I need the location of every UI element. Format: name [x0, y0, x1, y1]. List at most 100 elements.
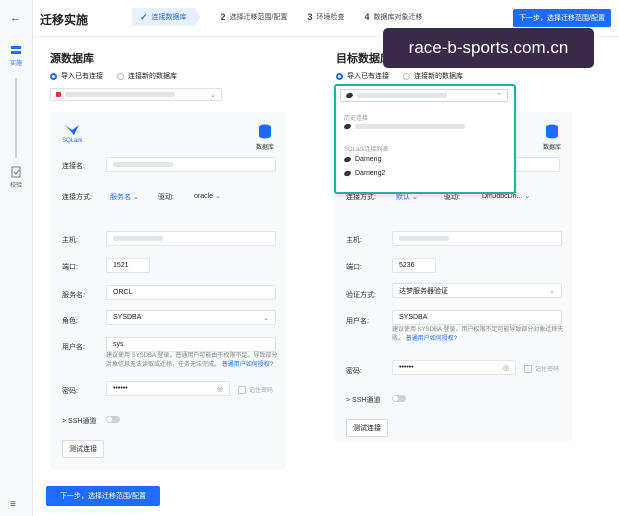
source-radio-existing[interactable] [50, 72, 57, 80]
source-user-hint: 建议使用 SYSDBA 登录，普通用户可能由于权限不足，导致部分对象信息无法读取… [106, 352, 282, 370]
database-label: 数据库 [256, 145, 275, 151]
source-radio-existing-label: 导入已有连接 [61, 73, 103, 80]
source-port-value: 1521 [113, 262, 129, 269]
target-conn-method-value: 默认 [396, 194, 410, 201]
target-remember-label: 记住密码 [535, 367, 560, 373]
target-host-value [399, 236, 449, 241]
migrate-icon [11, 46, 21, 54]
rail-item-verify[interactable]: 校验 [4, 166, 28, 189]
source-role-select[interactable]: SYSDBA ⌄ [106, 310, 276, 325]
target-auth-label: 验证方式: [346, 292, 376, 299]
next-step-button-bottom[interactable]: 下一步，选择迁移范围/配置 [46, 486, 160, 506]
source-connection-select[interactable]: ⌄ [50, 88, 222, 101]
dropdown-recent-item-value [355, 124, 465, 129]
step-2-number: 2 [220, 12, 226, 22]
source-conn-name-value [113, 162, 173, 167]
source-user-input[interactable]: sys [106, 337, 276, 352]
target-port-value: 5236 [399, 262, 415, 269]
rail-item-migrate[interactable]: 实施 [4, 44, 28, 67]
source-conn-name-input[interactable] [106, 157, 276, 172]
source-conn-method-select[interactable]: 服务名 ⌄ [110, 192, 139, 202]
source-conn-name-label: 连接名: [62, 163, 85, 170]
chevron-down-icon: ⌄ [210, 91, 216, 99]
source-host-input[interactable] [106, 231, 276, 246]
dameng-icon [345, 91, 354, 100]
source-conn-method-label: 连接方式: [62, 194, 92, 201]
source-remember-label: 记住密码 [249, 388, 274, 394]
target-ssh-toggle[interactable] [392, 395, 406, 402]
step-3[interactable]: 3 环境检查 [308, 8, 345, 26]
target-connection-select[interactable]: ⌃ [340, 89, 508, 102]
eye-icon[interactable]: ◎ [503, 364, 509, 372]
source-service-input[interactable]: ORCL [106, 285, 276, 300]
rail-item-migrate-label: 实施 [9, 61, 22, 67]
dropdown-recent-item[interactable] [343, 122, 465, 131]
step-4[interactable]: 4 数据库对象迁移 [365, 8, 423, 26]
source-service-value: ORCL [113, 289, 133, 296]
source-port-input[interactable]: 1521 [106, 258, 150, 273]
rail-connector [15, 78, 17, 158]
dropdown-item-dameng[interactable]: Dameng [343, 155, 382, 164]
left-rail: ← 实施 校验 ≡ [0, 0, 33, 516]
target-ssh-label: > SSH通道 [346, 397, 381, 404]
target-host-label: 主机: [346, 237, 362, 244]
source-port-label: 端口: [62, 264, 78, 271]
target-radio-existing[interactable] [336, 72, 343, 80]
step-3-label: 环境检查 [316, 14, 345, 21]
dropdown-item-dameng2[interactable]: Dameng2 [343, 169, 385, 178]
eye-icon[interactable]: ◎ [217, 385, 223, 393]
target-password-input[interactable]: •••••• ◎ [392, 360, 516, 375]
source-remember-checkbox[interactable]: 记住密码 [238, 385, 273, 394]
chevron-down-icon: ⌄ [549, 287, 555, 295]
step-2-label: 选择迁移范围/配置 [229, 14, 288, 21]
menu-icon[interactable]: ≡ [10, 499, 16, 510]
target-port-input[interactable]: 5236 [392, 258, 436, 273]
source-service-label: 服务名: [62, 292, 85, 299]
sqlark-logo: SQLark [62, 124, 82, 144]
target-database-label: 数据库 [543, 145, 562, 151]
target-radio-new[interactable] [403, 72, 410, 80]
dropdown-recent-label: 历史连接 [344, 116, 369, 122]
target-user-input[interactable]: SYSDBA [392, 310, 562, 325]
target-remember-checkbox[interactable]: 记住密码 [524, 364, 559, 373]
source-test-button[interactable]: 测试连接 [62, 440, 104, 458]
next-step-button-top[interactable]: 下一步，选择迁移范围/配置 [513, 9, 611, 27]
target-driver-value: DmJdbcDri... [482, 193, 523, 200]
source-radio-new[interactable] [117, 72, 124, 80]
source-password-input[interactable]: •••••• ◎ [106, 381, 230, 396]
target-connection-value [357, 93, 447, 98]
dropdown-item-dameng-label: Dameng [355, 156, 382, 163]
step-4-label: 数据库对象迁移 [373, 14, 423, 21]
dropdown-group-label: SQLark连接列表 [344, 147, 389, 153]
source-role-value: SYSDBA [113, 314, 142, 321]
source-user-label: 用户名: [62, 344, 85, 351]
step-2[interactable]: 2 选择迁移范围/配置 [221, 8, 288, 26]
target-conn-name-input[interactable] [510, 157, 560, 172]
dameng-icon [343, 122, 352, 131]
source-host-label: 主机: [62, 237, 78, 244]
rail-item-verify-label: 校验 [9, 183, 22, 189]
database-icon [259, 124, 271, 139]
target-auth-select[interactable]: 达梦服务器验证 ⌄ [392, 283, 562, 298]
target-test-button[interactable]: 测试连接 [346, 419, 388, 437]
target-user-value: SYSDBA [399, 314, 428, 321]
source-ssh-toggle[interactable] [106, 416, 120, 423]
target-host-input[interactable] [392, 231, 562, 246]
step-1-label: 连接数据库 [151, 14, 187, 21]
source-connection-value [65, 92, 175, 97]
step-1[interactable]: ✓ 连接数据库 [132, 8, 201, 26]
verify-icon [11, 166, 21, 178]
source-radio-group: 导入已有连接 连接新的数据库 [50, 71, 191, 81]
back-arrow-icon[interactable]: ← [10, 12, 21, 24]
source-auth-help-link[interactable]: 普通用户如何授权? [222, 362, 273, 368]
step-4-number: 4 [364, 12, 370, 22]
source-driver-select[interactable]: oracle ⌄ [194, 192, 221, 200]
target-auth-value: 达梦服务器验证 [399, 287, 448, 295]
source-password-label: 密码: [62, 388, 78, 395]
target-password-label: 密码: [346, 368, 362, 375]
source-radio-new-label: 连接新的数据库 [128, 73, 177, 80]
target-auth-help-link[interactable]: 普通用户如何授权? [406, 336, 457, 342]
source-ssh-text: SSH通道 [68, 418, 97, 425]
target-password-value: •••••• [399, 364, 414, 371]
database-icon [546, 124, 558, 139]
